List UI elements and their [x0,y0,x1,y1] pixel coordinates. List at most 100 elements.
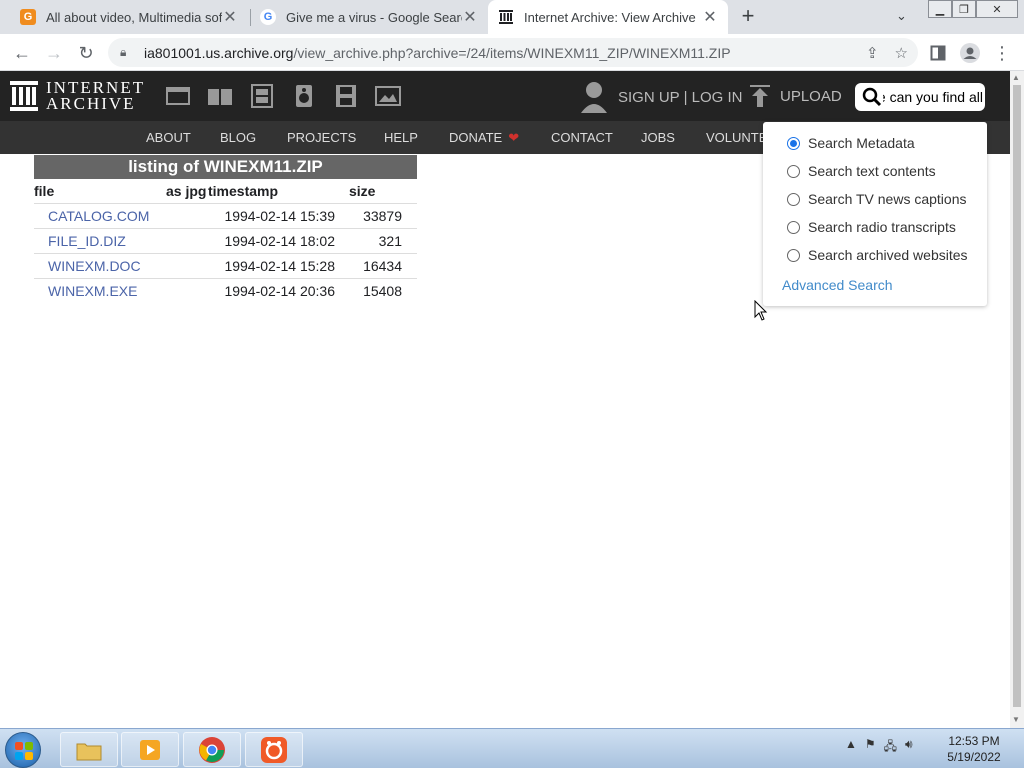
audio-speaker-icon[interactable] [290,84,318,108]
search-option-radio-transcripts[interactable]: Search radio transcripts [787,219,956,235]
page-scrollbar[interactable]: ▲ ▼ [1010,71,1024,728]
scroll-up-arrow-icon[interactable]: ▲ [1012,73,1020,82]
web-icon[interactable] [164,84,192,108]
tab-internet-archive[interactable]: Internet Archive: View Archive ✕ [488,0,728,34]
table-header: file as jpg timestamp size [34,179,417,203]
system-tray: ▲ ⚑ 🖧︎ 🔊︎ [845,737,913,758]
images-icon[interactable] [374,84,402,108]
header-timestamp: timestamp [208,183,279,199]
browser-toolbar: ← → ↻ 🔒︎ ia801001.us.archive.org/view_ar… [0,34,1024,71]
taskbar-media-player[interactable] [121,732,179,767]
radio-button[interactable] [787,136,800,150]
file-link[interactable]: CATALOG.COM [34,208,166,224]
user-avatar-icon [581,82,607,113]
nav-donate[interactable]: DONATE ❤ [449,130,519,146]
radio-button[interactable] [787,248,800,262]
start-button[interactable] [5,732,41,768]
search-option-tv-captions[interactable]: Search TV news captions [787,191,967,207]
nav-volunteer[interactable]: VOLUNTE [706,130,767,145]
taskbar-file-explorer[interactable] [60,732,118,767]
size-cell: 321 [378,233,402,249]
close-tab-icon[interactable]: ✕ [222,7,238,27]
side-panel-icon[interactable] [926,41,950,65]
sign-up-login-link[interactable]: SIGN UP | LOG IN [580,81,742,113]
texts-book-icon[interactable] [206,84,234,108]
network-icon[interactable]: 🖧︎ [884,737,897,758]
file-link[interactable]: WINEXM.DOC [34,258,166,274]
show-hidden-icons-icon[interactable]: ▲ [845,737,857,758]
option-label: Search Metadata [808,135,915,151]
search-input[interactable] [883,89,983,105]
size-cell: 33879 [363,208,402,224]
search-option-archived-websites[interactable]: Search archived websites [787,247,968,263]
radio-button[interactable] [787,220,800,234]
google-favicon-icon: G [260,9,276,25]
scroll-down-arrow-icon[interactable]: ▼ [1012,715,1020,724]
action-center-flag-icon[interactable]: ⚑ [865,737,876,758]
taskbar-clock[interactable]: 12:53 PM 5/19/2022 [944,733,1004,765]
taskbar-chrome[interactable] [183,732,241,767]
file-link[interactable]: WINEXM.EXE [34,283,166,299]
recorder-app-icon [261,736,287,763]
timestamp-cell: 1994-02-14 18:02 [224,233,335,249]
tab-search-chevron-icon[interactable]: ⌄ [896,8,907,24]
size-cell: 16434 [363,258,402,274]
forward-arrow-icon[interactable]: → [42,41,66,65]
close-tab-icon[interactable]: ✕ [462,7,478,27]
nav-contact[interactable]: CONTACT [551,130,613,145]
header-as-jpg: as jpg [166,183,207,199]
search-icon[interactable] [861,87,883,107]
nav-blog[interactable]: BLOG [220,130,256,145]
nav-donate-label: DONATE [449,130,503,145]
share-icon[interactable]: ⇪ [866,44,879,62]
ia-logo[interactable]: INTERNET ARCHIVE [10,79,145,113]
upload-arrow-icon [750,85,770,107]
minimize-window-button[interactable]: ▁ [928,0,952,18]
scrollbar-thumb[interactable] [1013,85,1021,707]
tab-multimedia[interactable]: G All about video, Multimedia softw ✕ [10,0,248,34]
close-tab-icon[interactable]: ✕ [702,7,718,27]
new-tab-button[interactable]: + [737,5,759,27]
address-bar[interactable]: 🔒︎ ia801001.us.archive.org/view_archive.… [108,38,918,67]
advanced-search-link[interactable]: Advanced Search [782,277,893,293]
ia-search-box[interactable] [855,83,985,111]
nav-jobs[interactable]: JOBS [641,130,675,145]
chrome-icon [199,736,225,763]
browser-menu-icon[interactable]: ⋮ [990,41,1014,65]
header-size: size [349,183,376,199]
clock-time: 12:53 PM [948,734,1000,748]
radio-button[interactable] [787,192,800,206]
logo-text-line2: ARCHIVE [46,94,136,113]
option-label: Search text contents [808,163,936,179]
reload-icon[interactable]: ↻ [74,41,98,65]
restore-window-button[interactable]: ❐ [952,0,976,18]
profile-avatar-icon[interactable] [958,41,982,65]
taskbar-screen-recorder[interactable] [245,732,303,767]
software-disk-icon[interactable] [332,84,360,108]
nav-about[interactable]: ABOUT [146,130,191,145]
close-window-button[interactable]: ✕ [976,0,1018,18]
table-row: FILE_ID.DIZ 1994-02-14 18:02 321 [34,228,417,253]
tab-title: Internet Archive: View Archive [524,9,696,25]
upload-link[interactable]: UPLOAD [750,85,842,107]
back-arrow-icon[interactable]: ← [10,41,34,65]
search-option-metadata[interactable]: Search Metadata [787,135,915,151]
nav-help[interactable]: HELP [384,130,418,145]
clock-date: 5/19/2022 [947,750,1001,764]
file-link[interactable]: FILE_ID.DIZ [34,233,166,249]
radio-button[interactable] [787,164,800,178]
timestamp-cell: 1994-02-14 15:28 [224,258,335,274]
video-film-icon[interactable] [248,84,276,108]
tab-google-search[interactable]: G Give me a virus - Google Search ✕ [250,0,488,34]
search-option-text-contents[interactable]: Search text contents [787,163,936,179]
folder-icon [76,743,102,760]
timestamp-cell: 1994-02-14 15:39 [224,208,335,224]
ia-header: INTERNET ARCHIVE SIGN UP | LOG IN UPLOAD [0,71,1010,121]
table-row: CATALOG.COM 1994-02-14 15:39 33879 [34,203,417,228]
windows-logo-icon [15,742,33,760]
bookmark-star-icon[interactable]: ☆ [895,44,908,62]
nav-projects[interactable]: PROJECTS [287,130,356,145]
listing-caption: listing of WINEXM11.ZIP [34,155,417,179]
search-options-dropdown: Search Metadata Search text contents Sea… [763,122,987,306]
volume-icon[interactable]: 🔊︎ [905,737,913,758]
